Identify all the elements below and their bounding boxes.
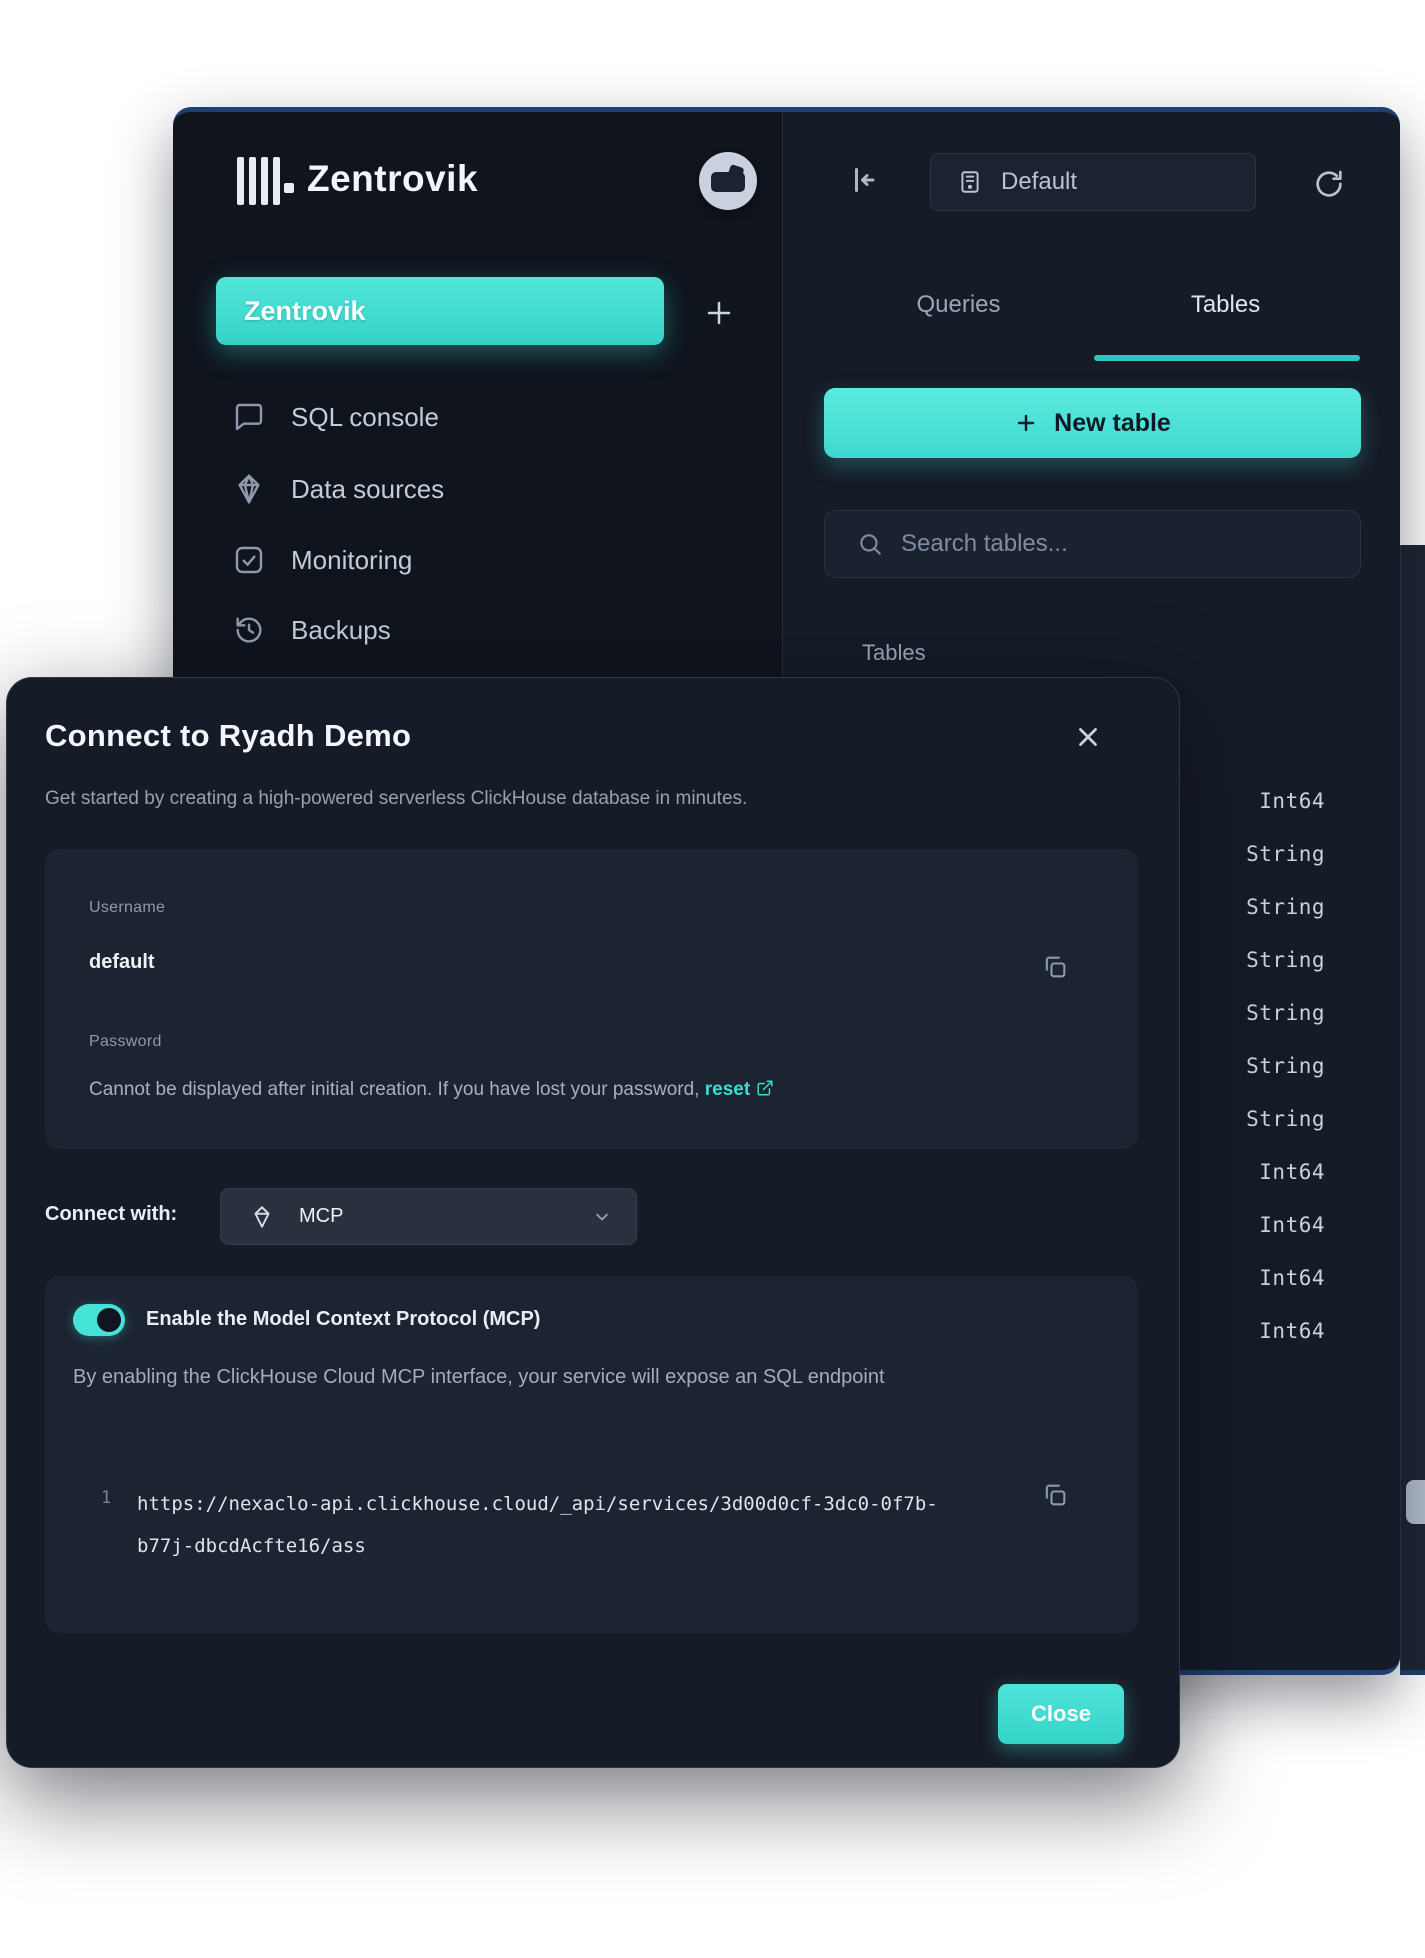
tab-tables[interactable]: Tables [1092, 277, 1359, 333]
code-line-1: https://nexaclo-api.clickhouse.cloud/_ap… [137, 1493, 938, 1515]
new-table-label: New table [1054, 408, 1171, 437]
tab-label: Tables [1190, 291, 1261, 318]
search-icon [860, 534, 881, 555]
mcp-icon [254, 1205, 270, 1228]
database-selector-value: Default [1001, 168, 1078, 195]
copy-icon [1045, 956, 1066, 978]
mcp-card: Enable the Model Context Protocol (MCP) … [45, 1276, 1138, 1633]
sidebar-item-label: Backups [291, 614, 391, 645]
collapse-panel-icon [855, 168, 875, 192]
column-type: String [1246, 1053, 1325, 1078]
data-sources-icon [238, 474, 260, 504]
add-project-button[interactable] [699, 293, 739, 333]
password-note-text: Cannot be displayed after initial creati… [89, 1079, 700, 1100]
database-selector[interactable]: Default [930, 153, 1256, 211]
user-avatar[interactable] [699, 152, 757, 210]
copy-url-button[interactable] [1041, 1481, 1069, 1509]
external-link-icon [756, 1079, 774, 1097]
credentials-card: Username default Password Cannot be disp… [45, 849, 1138, 1149]
database-icon [961, 171, 979, 193]
brand-name: Zentrovik [307, 158, 479, 199]
sidebar-item-label: Data sources [291, 473, 445, 504]
mcp-description: By enabling the ClickHouse Cloud MCP int… [73, 1366, 885, 1388]
copy-username-button[interactable] [1041, 953, 1069, 981]
search-tables-box [824, 510, 1361, 578]
refresh-icon [1316, 170, 1342, 197]
connect-with-label: Connect with: [45, 1203, 178, 1225]
column-type: String [1246, 841, 1325, 866]
close-modal-button[interactable]: Close [998, 1684, 1124, 1744]
column-type: Int64 [1259, 1318, 1325, 1343]
username-value: default [89, 951, 155, 973]
tab-label: Queries [916, 291, 1001, 318]
modal-subtitle: Get started by creating a high-powered s… [45, 788, 748, 809]
mcp-toggle-label: Enable the Model Context Protocol (MCP) [146, 1308, 541, 1330]
edge-handle[interactable] [1406, 1480, 1425, 1524]
username-label: Username [89, 899, 166, 916]
sidebar-item-sql-console[interactable]: SQL console [233, 389, 713, 445]
sidebar-item-monitoring[interactable]: Monitoring [233, 532, 713, 588]
code-line-number: 1 [101, 1488, 112, 1508]
mcp-toggle[interactable] [73, 1304, 125, 1336]
chevron-down-icon [592, 1207, 612, 1227]
console-icon [235, 403, 263, 431]
plus-icon [707, 301, 731, 325]
connect-with-selector[interactable]: MCP [220, 1188, 637, 1245]
modal-close-button[interactable] [1073, 722, 1109, 758]
modal-title: Connect to Ryadh Demo [45, 718, 412, 753]
plus-icon [1017, 414, 1035, 432]
monitoring-icon [235, 546, 263, 574]
active-tab-indicator [1094, 355, 1360, 361]
column-type: String [1246, 1106, 1325, 1131]
collapse-sidebar-button[interactable] [843, 162, 879, 198]
toggle-knob [97, 1308, 121, 1332]
close-icon [1079, 728, 1097, 746]
column-type: Int64 [1259, 788, 1325, 813]
reset-password-link[interactable]: reset [705, 1079, 750, 1100]
brand-logo-icon [237, 157, 294, 207]
column-type: Int64 [1259, 1159, 1325, 1184]
mcp-endpoint-url: https://nexaclo-api.clickhouse.cloud/_ap… [137, 1484, 1017, 1568]
sidebar-item-label: SQL console [291, 401, 439, 432]
backups-icon [236, 617, 262, 643]
connect-with-value: MCP [299, 1205, 344, 1227]
sidebar-item-data-sources[interactable]: Data sources [233, 461, 713, 517]
sidebar-item-backups[interactable]: Backups [233, 602, 713, 658]
column-type: String [1246, 947, 1325, 972]
close-button-label: Close [1031, 1701, 1091, 1726]
page: Zentrovik Zentrovik SQL console Data sou… [0, 0, 1425, 1958]
column-type: Int64 [1259, 1265, 1325, 1290]
refresh-button[interactable] [1313, 168, 1345, 200]
new-table-button[interactable]: New table [824, 388, 1361, 458]
password-note: Cannot be displayed after initial creati… [89, 1079, 1099, 1101]
sidebar-item-label: Monitoring [291, 544, 413, 575]
selected-project-label: Zentrovik [244, 295, 366, 326]
copy-icon [1045, 1484, 1066, 1506]
tab-queries[interactable]: Queries [825, 277, 1092, 333]
column-type: Int64 [1259, 1212, 1325, 1237]
column-type: String [1246, 894, 1325, 919]
search-tables-input[interactable] [901, 530, 1301, 558]
sidebar-item-selected-project[interactable]: Zentrovik [216, 277, 664, 345]
password-label: Password [89, 1033, 162, 1050]
connect-modal: Connect to Ryadh Demo Get started by cre… [6, 677, 1180, 1768]
code-line-2: b77j-dbcdAcfte16/ass [137, 1534, 366, 1557]
tables-section-label: Tables [862, 640, 926, 665]
column-type: String [1246, 1000, 1325, 1025]
